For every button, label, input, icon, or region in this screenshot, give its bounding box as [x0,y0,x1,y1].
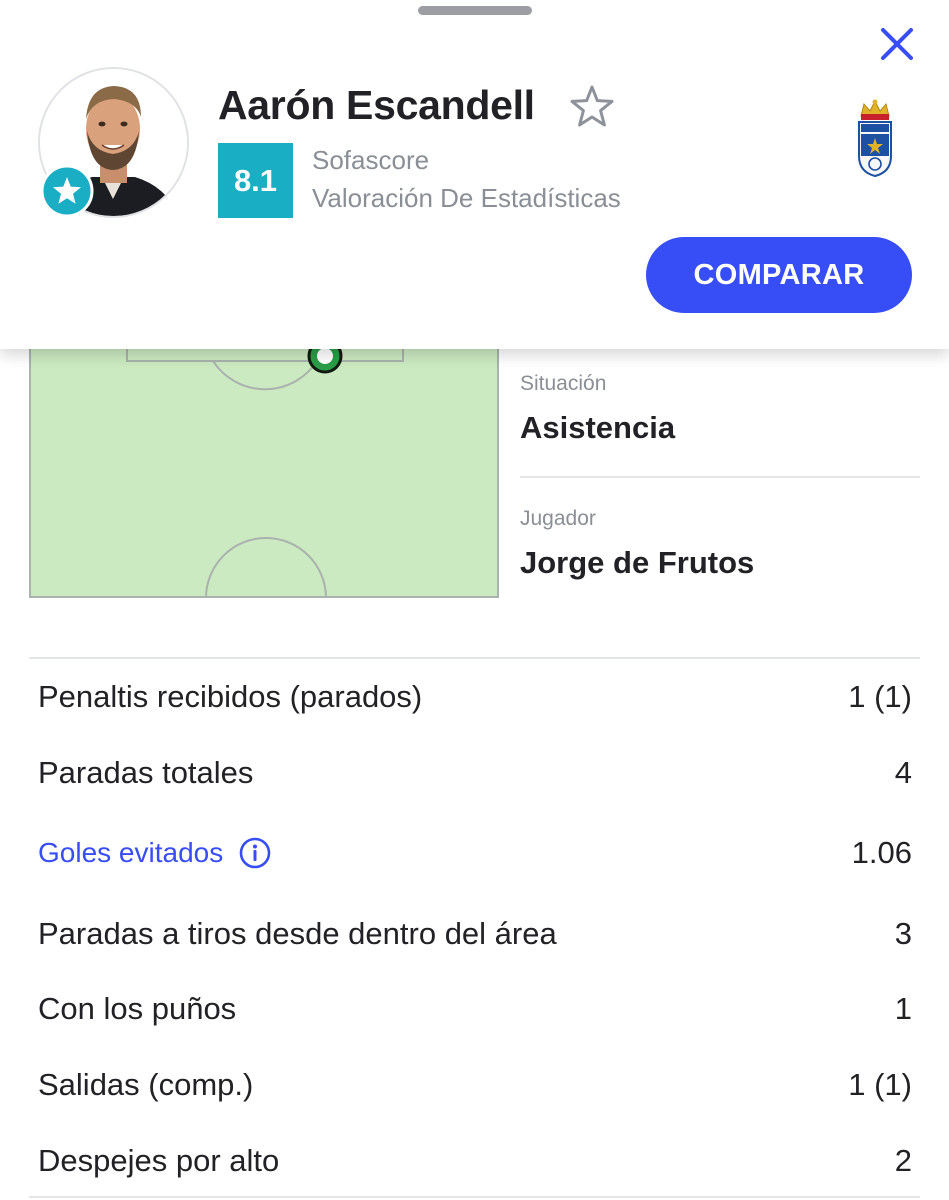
bottom-divider [29,1196,920,1198]
stat-row: Con los puños 1 [38,979,912,1039]
info-icon[interactable] [239,837,271,869]
assist-player-label: Jugador [520,507,596,530]
rating-source: Sofascore [312,145,430,175]
rating-badge: 8.1 [218,143,293,218]
situation-value: Asistencia [520,410,676,445]
star-badge-icon [40,164,94,218]
stats-divider [29,657,920,659]
stat-label: Salidas (comp.) [38,1067,254,1102]
stat-value: 1 [894,991,912,1026]
center-circle [205,537,327,599]
assist-player-value[interactable]: Jorge de Frutos [520,545,754,581]
close-icon[interactable] [875,22,919,66]
stat-row: Despejes por alto 2 [38,1131,912,1191]
goals-prevented-link[interactable]: Goles evitados [38,837,271,869]
rating-type: Valoración De Estadísticas [312,183,621,213]
stat-label: Con los puños [38,991,237,1026]
penalty-arc [212,360,318,391]
stat-row: Salidas (comp.) 1 (1) [38,1055,912,1115]
star-outline-icon[interactable] [568,83,616,129]
stat-row: Paradas totales 4 [38,743,912,803]
stat-row: Penaltis recibidos (parados) 1 (1) [38,667,912,727]
player-avatar-wrap [38,67,189,218]
stat-value: 4 [894,755,912,790]
stat-row: Paradas a tiros desde dentro del área 3 [38,904,912,964]
info-divider [520,476,920,478]
stat-value: 2 [894,1143,912,1178]
situation-label: Situación [520,372,607,395]
stat-label: Paradas a tiros desde dentro del área [38,916,557,951]
stat-value: 1 (1) [848,679,912,714]
stat-value: 3 [894,916,912,951]
stat-label: Penaltis recibidos (parados) [38,679,423,714]
stat-label[interactable]: Goles evitados [38,837,223,869]
stat-value: 1.06 [851,835,912,870]
player-header: Aarón Escandell 8.1 Sofascore Valoración… [0,0,949,349]
sheet-grabber[interactable] [418,6,532,15]
player-name: Aarón Escandell [218,82,535,128]
stat-label: Paradas totales [38,755,254,790]
stat-label: Despejes por alto [38,1143,280,1178]
club-crest-icon[interactable] [855,98,895,178]
stat-value: 1 (1) [848,1067,912,1102]
stat-row-goals-prevented[interactable]: Goles evitados 1.06 [38,823,912,883]
compare-button[interactable]: COMPARAR [646,237,912,313]
shot-marker-center [317,348,333,364]
